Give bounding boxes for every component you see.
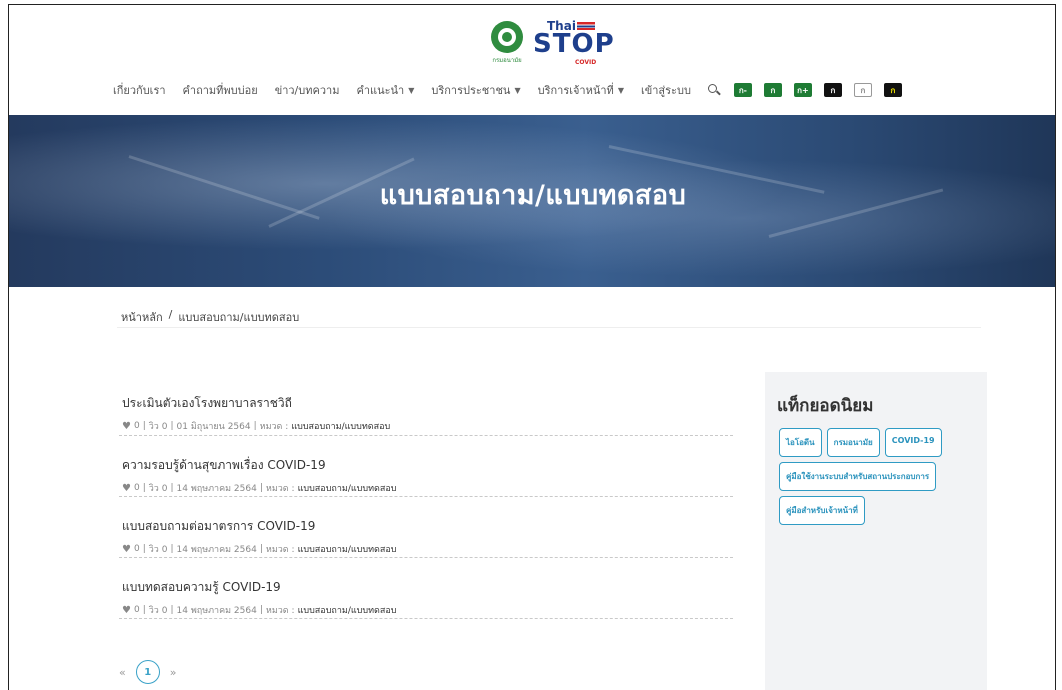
next-page-button[interactable]: » [170, 666, 177, 679]
tag-cloud: ไอโอดีน กรมอนามัย COVID-19 คู่มือใช้งานร… [779, 428, 979, 525]
nav-item-staff-services[interactable]: บริการเจ้าหน้าที่ ▼ [538, 81, 624, 99]
tag-covid-19[interactable]: COVID-19 [884, 428, 942, 457]
prev-page-button[interactable]: « [119, 666, 126, 679]
nav-item-about[interactable]: เกี่ยวกับเรา [113, 81, 166, 99]
page-title: แบบสอบถาม/แบบทดสอบ [379, 180, 687, 211]
article-category-link[interactable]: แบบสอบถาม/แบบทดสอบ [298, 542, 397, 556]
tag-staff-manual[interactable]: คู่มือสำหรับเจ้าหน้าที่ [779, 496, 865, 525]
article-category-link[interactable]: แบบสอบถาม/แบบทดสอบ [298, 603, 397, 617]
breadcrumb-home-link[interactable]: หน้าหลัก [121, 308, 163, 326]
heart-icon[interactable]: ♥ [122, 483, 131, 494]
nav-item-advice[interactable]: คำแนะนำ ▼ [356, 81, 414, 99]
pagination: « 1 » [119, 660, 176, 684]
heart-icon[interactable]: ♥ [122, 421, 131, 432]
sidebar-title: แท็กยอดนิยม [777, 396, 874, 416]
caret-down-icon: ▼ [617, 85, 624, 95]
article-category-link[interactable]: แบบสอบถาม/แบบทดสอบ [298, 481, 397, 495]
font-size-increase-button[interactable]: ก+ [793, 83, 812, 97]
breadcrumb-divider [117, 327, 981, 328]
department-seal-icon: กรมอนามัย [487, 21, 527, 64]
tag-iodine[interactable]: ไอโอดีน [779, 428, 822, 457]
main-nav: เกี่ยวกับเรา คำถามที่พบบ่อย ข่าว/บทความ … [113, 81, 914, 99]
article-title-link[interactable]: ประเมินตัวเองโรงพยาบาลราชวิถี [122, 394, 733, 413]
heart-icon[interactable]: ♥ [122, 605, 131, 616]
article-title-link[interactable]: ความรอบรู้ด้านสุขภาพเรื่อง COVID-19 [122, 456, 733, 475]
contrast-dark-button[interactable]: ก [823, 83, 842, 97]
nav-item-faq[interactable]: คำถามที่พบบ่อย [183, 81, 258, 99]
nav-item-public-services[interactable]: บริการประชาชน ▼ [431, 81, 520, 99]
breadcrumb-separator: / [168, 308, 173, 321]
article-category-link[interactable]: แบบสอบถาม/แบบทดสอบ [291, 419, 390, 433]
contrast-yellow-button[interactable]: ก [883, 83, 902, 97]
article-title-link[interactable]: แบบทดสอบความรู้ COVID-19 [122, 578, 733, 597]
page-1-button[interactable]: 1 [135, 660, 160, 684]
site-logo[interactable]: กรมอนามัย Thai STOP COVID [487, 15, 617, 69]
logo-stop-text: STOP [533, 29, 615, 59]
heart-icon[interactable]: ♥ [122, 544, 131, 555]
tag-establishment-manual[interactable]: คู่มือใช้งานระบบสำหรับสถานประกอบการ [779, 462, 937, 491]
popular-tags-sidebar: แท็กยอดนิยม ไอโอดีน กรมอนามัย COVID-19 ค… [765, 372, 987, 690]
list-item: แบบสอบถามต่อมาตรการ COVID-19 ♥ 0 | วิว 0 |… [119, 517, 733, 558]
list-item: ประเมินตัวเองโรงพยาบาลราชวิถี ♥ 0 | วิว 0… [119, 394, 733, 436]
search-icon[interactable] [707, 84, 721, 96]
nav-item-login[interactable]: เข้าสู่ระบบ [641, 81, 691, 99]
breadcrumb: หน้าหลัก / แบบสอบถาม/แบบทดสอบ [121, 308, 299, 326]
font-size-normal-button[interactable]: ก [763, 83, 782, 97]
contrast-light-button[interactable]: ก [853, 83, 872, 97]
nav-item-news[interactable]: ข่าว/บทความ [275, 81, 340, 99]
breadcrumb-current: แบบสอบถาม/แบบทดสอบ [178, 311, 300, 324]
logo-covid-text: COVID [575, 59, 597, 66]
list-item: แบบทดสอบความรู้ COVID-19 ♥ 0 | วิว 0 | 14 … [119, 578, 733, 619]
article-title-link[interactable]: แบบสอบถามต่อมาตรการ COVID-19 [122, 517, 733, 536]
list-item: ความรอบรู้ด้านสุขภาพเรื่อง COVID-19 ♥ 0 |… [119, 456, 733, 497]
hero-banner: แบบสอบถาม/แบบทดสอบ [9, 115, 1055, 287]
page-frame: กรมอนามัย Thai STOP COVID เกี่ยวกับเรา ค… [8, 4, 1056, 690]
caret-down-icon: ▼ [514, 85, 521, 95]
caret-down-icon: ▼ [408, 85, 415, 95]
font-size-decrease-button[interactable]: ก- [733, 83, 752, 97]
tag-department-of-health[interactable]: กรมอนามัย [826, 428, 880, 457]
